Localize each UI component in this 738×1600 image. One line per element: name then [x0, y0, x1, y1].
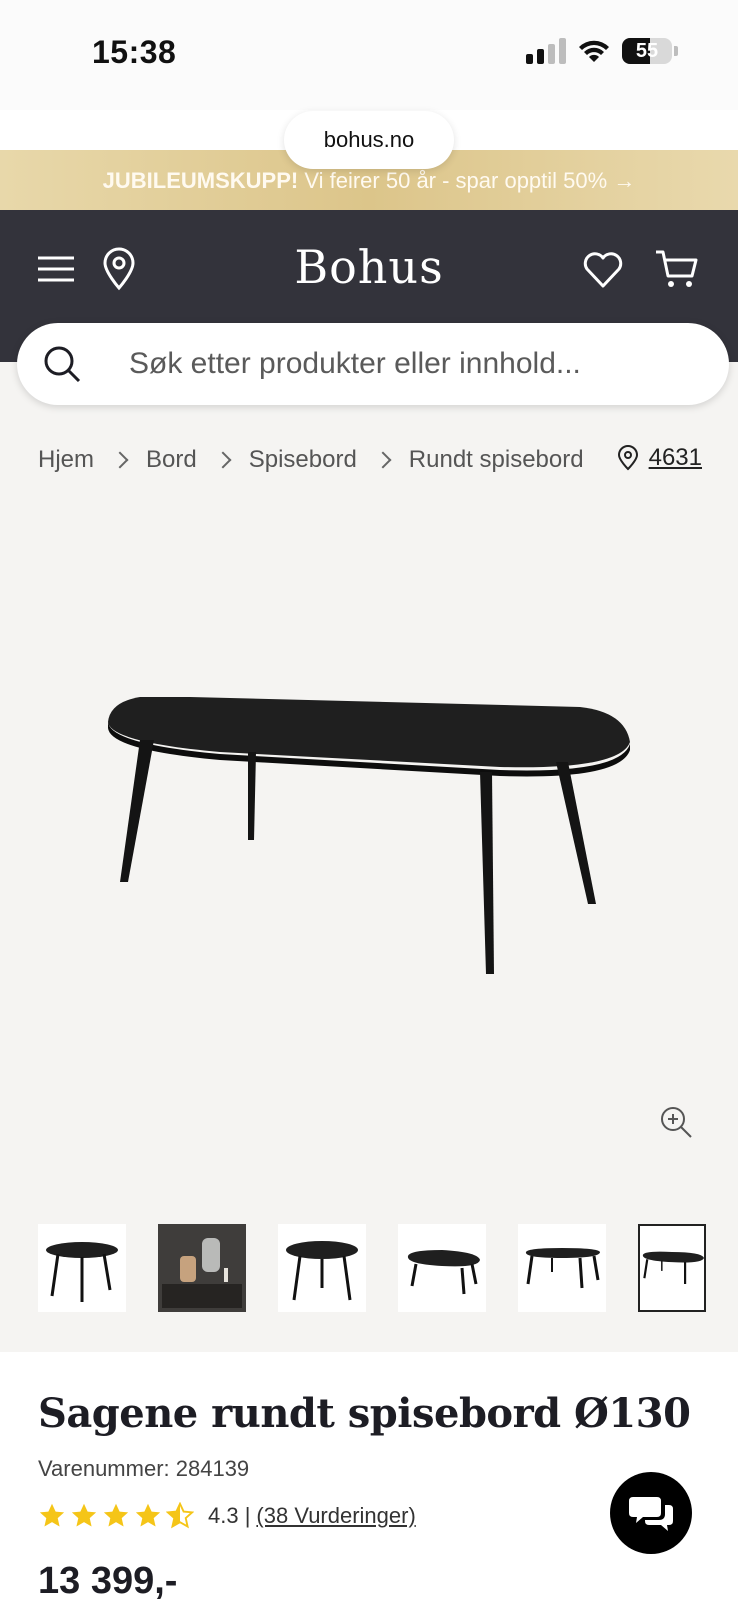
breadcrumb-item[interactable]: Spisebord — [249, 446, 357, 474]
breadcrumb-item[interactable]: Rundt spisebord — [409, 446, 584, 474]
product-sku: Varenummer: 284139 — [38, 1456, 250, 1481]
search-input[interactable] — [129, 323, 689, 405]
chat-icon — [629, 1497, 673, 1531]
status-bar: 15:38 55 — [0, 0, 738, 110]
thumbnail[interactable] — [158, 1224, 246, 1312]
rating-value: 4.3 | — [208, 1503, 251, 1528]
url-bar[interactable]: bohus.no — [284, 111, 454, 169]
status-time: 15:38 — [92, 34, 177, 70]
product-gallery: Hjem Bord Spisebord Rundt spisebord 4631 — [0, 362, 738, 1352]
status-icons: 55 — [526, 38, 678, 64]
promo-text: Vi feirer 50 år - spar opptil 50% → — [298, 168, 636, 193]
product-price: 13 399,- — [38, 1560, 178, 1600]
breadcrumb: Hjem Bord Spisebord Rundt spisebord — [38, 446, 584, 474]
thumbnail[interactable] — [38, 1224, 126, 1312]
chevron-right-icon — [214, 451, 232, 469]
star-icon — [103, 1503, 129, 1527]
star-half-icon — [166, 1502, 194, 1529]
store-selector[interactable]: 4631 — [617, 444, 702, 472]
heart-icon[interactable] — [580, 246, 626, 292]
thumbnail-strip — [38, 1224, 706, 1312]
star-icon — [135, 1503, 161, 1527]
store-code[interactable]: 4631 — [649, 444, 702, 472]
product-rating: 4.3 | (38 Vurderinger) — [38, 1502, 416, 1530]
thumbnail[interactable] — [278, 1224, 366, 1312]
product-image[interactable] — [100, 692, 640, 992]
thumbnail-active[interactable] — [638, 1224, 706, 1312]
chevron-right-icon — [374, 451, 392, 469]
zoom-in-icon[interactable] — [658, 1104, 694, 1140]
breadcrumb-item[interactable]: Hjem — [38, 446, 94, 474]
star-icon — [39, 1503, 65, 1527]
promo-bold: JUBILEUMSKUPP! — [102, 168, 299, 193]
signal-icon — [526, 38, 566, 64]
star-icon — [71, 1503, 97, 1527]
battery-icon: 55 — [622, 38, 672, 64]
thumbnail[interactable] — [398, 1224, 486, 1312]
rating-stars — [38, 1502, 194, 1530]
rating-count-link[interactable]: (38 Vurderinger) — [256, 1503, 415, 1529]
search-icon[interactable] — [41, 343, 83, 385]
cart-icon[interactable] — [654, 246, 700, 292]
product-title: Sagene rundt spisebord Ø130 — [38, 1390, 691, 1437]
breadcrumb-item[interactable]: Bord — [146, 446, 197, 474]
battery-level: 55 — [635, 40, 659, 62]
wifi-icon — [579, 40, 609, 62]
search-bar[interactable] — [17, 323, 729, 405]
site-logo[interactable]: Bohus — [0, 240, 738, 294]
chevron-right-icon — [111, 451, 129, 469]
location-pin-icon — [617, 445, 638, 471]
chat-button[interactable] — [610, 1472, 692, 1554]
thumbnail[interactable] — [518, 1224, 606, 1312]
product-info: Sagene rundt spisebord Ø130 Varenummer: … — [0, 1352, 738, 1600]
